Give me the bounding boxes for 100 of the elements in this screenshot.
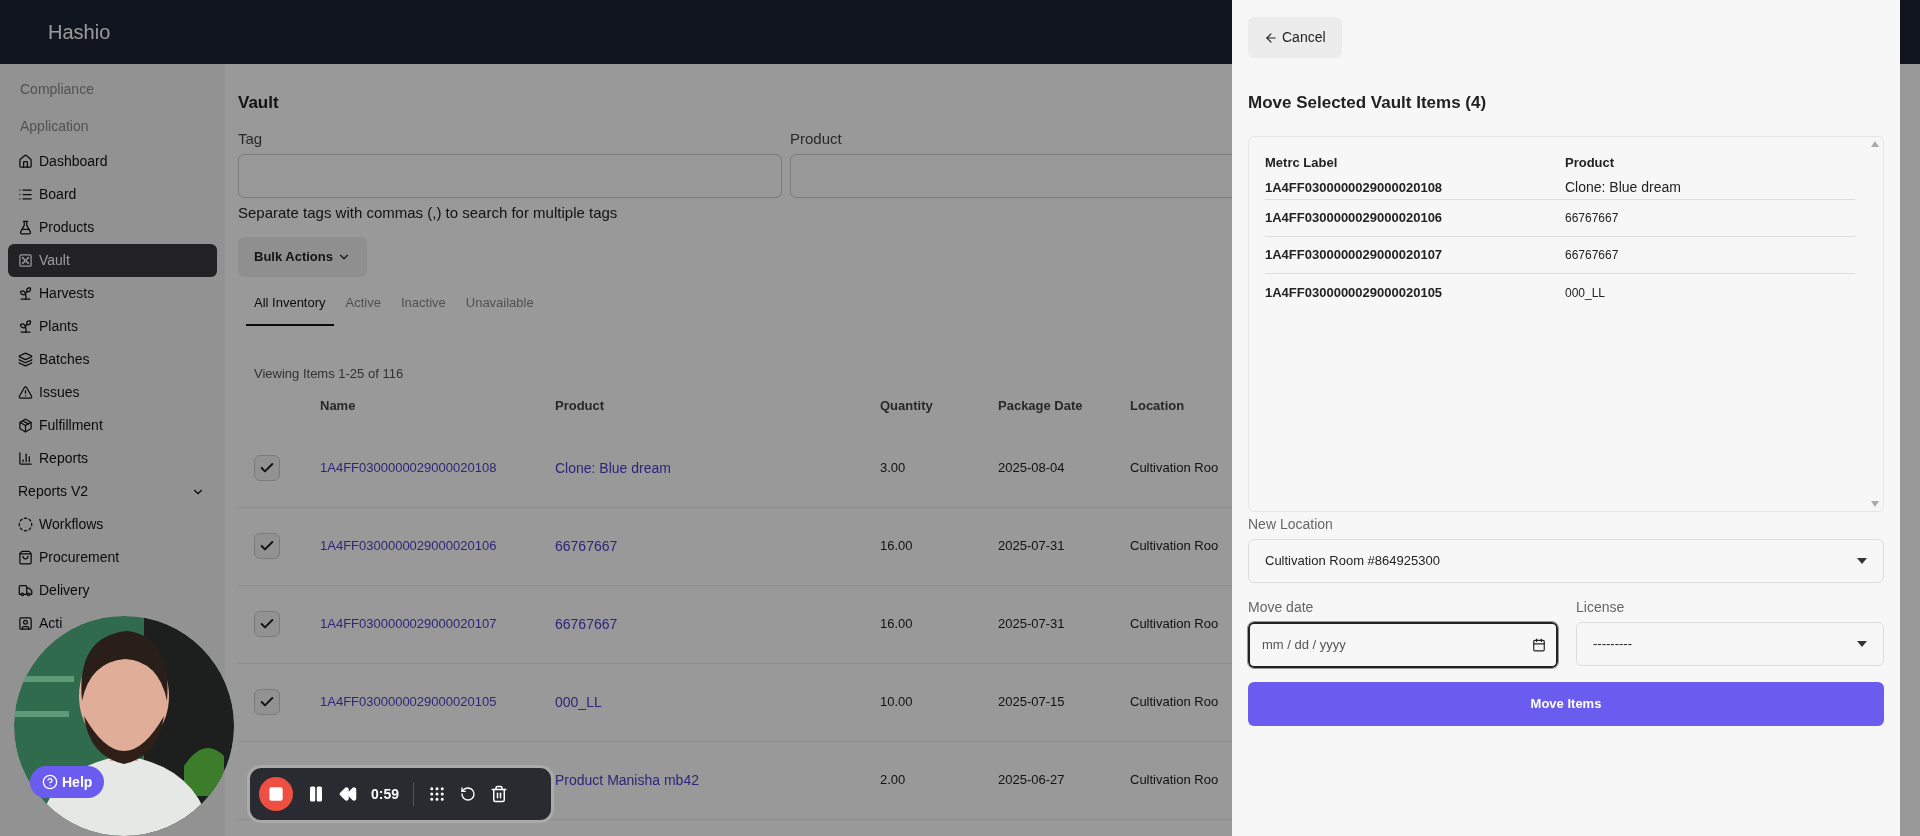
calendar-icon[interactable]	[1532, 637, 1546, 652]
sidebar-item[interactable]: Vault	[8, 244, 217, 277]
product-link[interactable]: Product Manisha mb42	[555, 771, 699, 788]
table-cell-text: 66767667	[1565, 210, 1620, 227]
table-cell-text: Cultivation Roo	[1130, 537, 1220, 556]
tag-link[interactable]: 1A4FF0300000029000020105	[320, 694, 497, 710]
field-label: Tag	[238, 128, 264, 149]
dashed-circle-icon	[18, 517, 33, 532]
tab[interactable]: All Inventory	[246, 288, 334, 326]
bag-icon	[18, 550, 33, 565]
field-label: New Location	[1248, 514, 1334, 534]
recording-time: 0:59	[371, 784, 400, 804]
row-checkbox[interactable]	[254, 611, 280, 637]
truck-icon	[18, 583, 33, 598]
table-cell-text: Cultivation Roo	[1130, 459, 1220, 478]
sidebar-item[interactable]: Procurement	[8, 541, 217, 574]
bar-chart-icon	[18, 451, 33, 466]
sidebar-item[interactable]: Reports	[8, 442, 217, 475]
sidebar-item[interactable]: Board	[8, 178, 217, 211]
row-checkbox[interactable]	[254, 533, 280, 559]
column-header: Name	[320, 396, 357, 415]
product-link[interactable]: 66767667	[555, 615, 618, 632]
field-hint: Separate tags with commas (,) to search for multiple tags	[238, 203, 618, 223]
item-count: Viewing Items 1-25 of 116	[254, 365, 404, 383]
warning-icon	[18, 385, 33, 400]
table-cell-text: Cultivation Roo	[1130, 693, 1220, 712]
license-select[interactable]: ---------	[1576, 621, 1884, 666]
stop-icon	[268, 786, 284, 802]
table-cell-text: 1A4FF0300000029000020105	[1265, 283, 1444, 302]
house-icon	[18, 154, 33, 169]
help-button[interactable]: Help	[30, 766, 105, 798]
column-header: Product	[555, 396, 606, 415]
table-cell-text: 1A4FF0300000029000020106	[1265, 209, 1444, 228]
sidebar-item[interactable]: Batches	[8, 343, 217, 376]
table-cell-text: 1A4FF0300000029000020107	[1265, 246, 1444, 265]
column-header: Location	[1130, 396, 1186, 415]
sidebar-item[interactable]: Issues	[8, 376, 217, 409]
product-link[interactable]: 66767667	[555, 537, 618, 554]
row-checkbox[interactable]	[254, 689, 280, 715]
table-cell-text: 2025-07-15	[998, 693, 1066, 712]
layers-icon	[18, 352, 33, 367]
rewind-icon[interactable]	[339, 785, 357, 803]
table-cell-text: 66767667	[1565, 247, 1620, 264]
move-items-button[interactable]: Move Items	[1248, 681, 1884, 726]
table-cell-text: 10.00	[880, 693, 914, 712]
help-icon	[42, 774, 58, 790]
table-cell-text: 2025-07-31	[998, 537, 1066, 556]
product-link[interactable]: 000_LL	[555, 693, 602, 710]
field-label: Product	[790, 128, 843, 149]
table-cell-text: 16.00	[880, 615, 914, 634]
column-header: Metrc Label	[1265, 153, 1339, 172]
table-cell-text: 000_LL	[1565, 284, 1607, 302]
caret-down-icon	[1857, 640, 1867, 647]
sidebar-item[interactable]: Harvests	[8, 277, 217, 310]
sidebar-item[interactable]: Fulfillment	[8, 409, 217, 442]
sidebar-item[interactable]: Delivery	[8, 574, 217, 607]
tag-link[interactable]: 1A4FF0300000029000020106	[320, 538, 497, 554]
table-cell-text: Clone: Blue dream	[1565, 178, 1682, 197]
caret-down-icon	[1857, 557, 1867, 564]
table-cell-text: Cultivation Roo	[1130, 771, 1220, 790]
date-field[interactable]: mm / dd / yyyy	[1248, 621, 1558, 668]
brand-name: Hashio	[48, 20, 111, 45]
sidebar-item[interactable]: Products	[8, 211, 217, 244]
tag-link[interactable]: 1A4FF0300000029000020108	[320, 460, 497, 476]
table-cell-text: 2025-06-27	[998, 771, 1066, 790]
section-heading: Compliance	[19, 80, 95, 99]
sidebar-item[interactable]: Reports V2	[8, 475, 217, 508]
table-cell-text: 2025-07-31	[998, 615, 1066, 634]
cancel-button[interactable]: Cancel	[1248, 17, 1342, 58]
tag-link[interactable]: 1A4FF0300000029000020107	[320, 616, 497, 632]
bulk-actions-button[interactable]: Bulk Actions	[238, 236, 367, 277]
table-cell-text: 16.00	[880, 537, 914, 556]
list-icon	[18, 187, 33, 202]
section-heading: Application	[19, 117, 90, 136]
sidebar-item[interactable]: Workflows	[8, 508, 217, 541]
row-checkbox[interactable]	[254, 455, 280, 481]
package-icon	[18, 418, 33, 433]
location-select[interactable]: Cultivation Room #864925300	[1248, 538, 1884, 583]
column-header: Product	[1565, 153, 1616, 172]
tag-field[interactable]	[238, 154, 782, 198]
page-title: Vault	[238, 92, 279, 114]
sidebar-item[interactable]: Dashboard	[8, 145, 217, 178]
panel-title: Move Selected Vault Items (4)	[1248, 92, 1488, 114]
sprout-icon	[18, 286, 33, 301]
id-card-icon	[18, 616, 33, 631]
pause-icon[interactable]	[307, 785, 325, 803]
stop-button[interactable]	[259, 777, 293, 811]
table-cell-text: 2025-08-04	[998, 459, 1066, 478]
product-link[interactable]: Clone: Blue dream	[555, 459, 671, 476]
field-label: License	[1576, 597, 1626, 617]
table-cell-text: 1A4FF0300000029000020108	[1265, 178, 1444, 197]
vault-icon	[18, 253, 33, 268]
table-cell-text: Cultivation Roo	[1130, 615, 1220, 634]
flask-icon	[18, 220, 33, 235]
trash-icon[interactable]	[490, 785, 509, 803]
table-cell-text: 3.00	[880, 459, 907, 478]
dots-grid-icon[interactable]	[428, 785, 447, 803]
sidebar-item[interactable]: Plants	[8, 310, 217, 343]
table-cell-text: 2.00	[880, 771, 907, 790]
restart-icon[interactable]	[460, 786, 477, 802]
